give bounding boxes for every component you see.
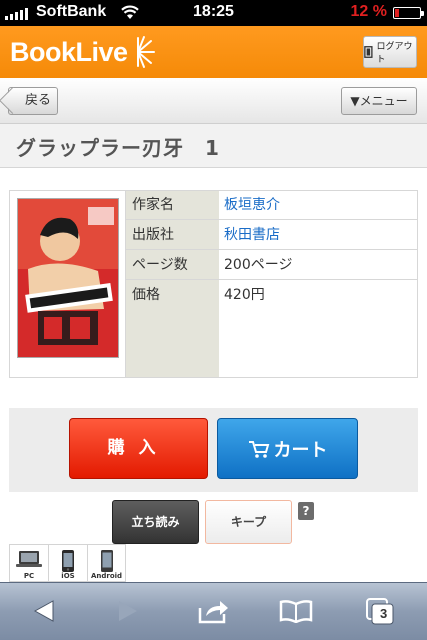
cart-label: カート [273,439,328,461]
product-details-card: 作家名 板垣恵介 出版社 秋田書店 ページ数 200ページ 価格 420円 [9,190,418,378]
detail-row-author: 作家名 板垣恵介 [126,191,417,220]
cart-icon [248,440,269,458]
detail-label: 出版社 [132,227,174,243]
detail-row-pages: ページ数 200ページ [126,251,417,280]
device-pc: PC [9,544,48,582]
title-bar: グラップラー刃牙 1 [0,124,427,168]
android-phone-icon [100,550,113,572]
keep-button[interactable]: キープ [205,500,292,544]
menu-button[interactable]: ▼メニュー [341,87,417,115]
back-label: 戻る [25,93,52,108]
logout-door-icon [364,46,373,58]
app-header: BookLive ログアウト [0,26,427,78]
add-to-cart-button[interactable]: カート [217,418,358,479]
author-link[interactable]: 板垣恵介 [224,191,280,220]
booklive-logo[interactable]: BookLive [10,34,156,70]
device-label: PC [23,572,35,580]
manga-cover-image[interactable] [17,198,119,358]
page-count: 200ページ [224,257,293,273]
publisher-link[interactable]: 秋田書店 [224,221,280,250]
battery-percent: 12 % [350,3,387,20]
battery-icon [393,7,424,19]
device-ios: iOS [48,544,87,582]
share-icon[interactable] [194,595,234,627]
navigation-bar: 戻る ▼メニュー [0,78,427,124]
laptop-icon [16,551,42,567]
logout-button[interactable]: ログアウト [363,36,417,68]
iphone-icon [62,550,74,572]
detail-label: 価格 [132,287,160,303]
purchase-panel: 購入 カート [9,408,418,492]
device-android: Android [87,544,126,582]
buy-button[interactable]: 購入 [69,418,208,479]
detail-row-publisher: 出版社 秋田書店 [126,221,417,250]
tabs-icon[interactable]: 3 [360,595,400,627]
help-icon[interactable]: ? [298,502,314,520]
logo-text: BookLive [10,36,128,67]
book-title: グラップラー刃牙 1 [16,136,220,160]
device-label: iOS [61,572,75,580]
device-label: Android [90,572,123,580]
tabs-count: 3 [380,606,388,621]
browser-toolbar: 3 [0,582,427,640]
detail-row-price: 価格 420円 [126,281,417,310]
status-bar: SoftBank 18:25 12 % [0,0,427,26]
logout-label: ログアウト [376,42,413,65]
bookmarks-icon[interactable] [276,595,316,627]
forward-arrow-icon[interactable] [108,595,148,627]
detail-label: 作家名 [132,197,174,213]
back-button[interactable]: 戻る [8,87,58,115]
sparkle-icon [136,36,155,68]
preview-read-button[interactable]: 立ち読み [112,500,199,544]
back-arrow-icon[interactable] [24,595,64,627]
detail-label: ページ数 [132,257,188,273]
supported-devices: PC iOS Android [9,544,126,582]
cover-cell [10,191,126,377]
price-value: 420円 [224,287,265,303]
